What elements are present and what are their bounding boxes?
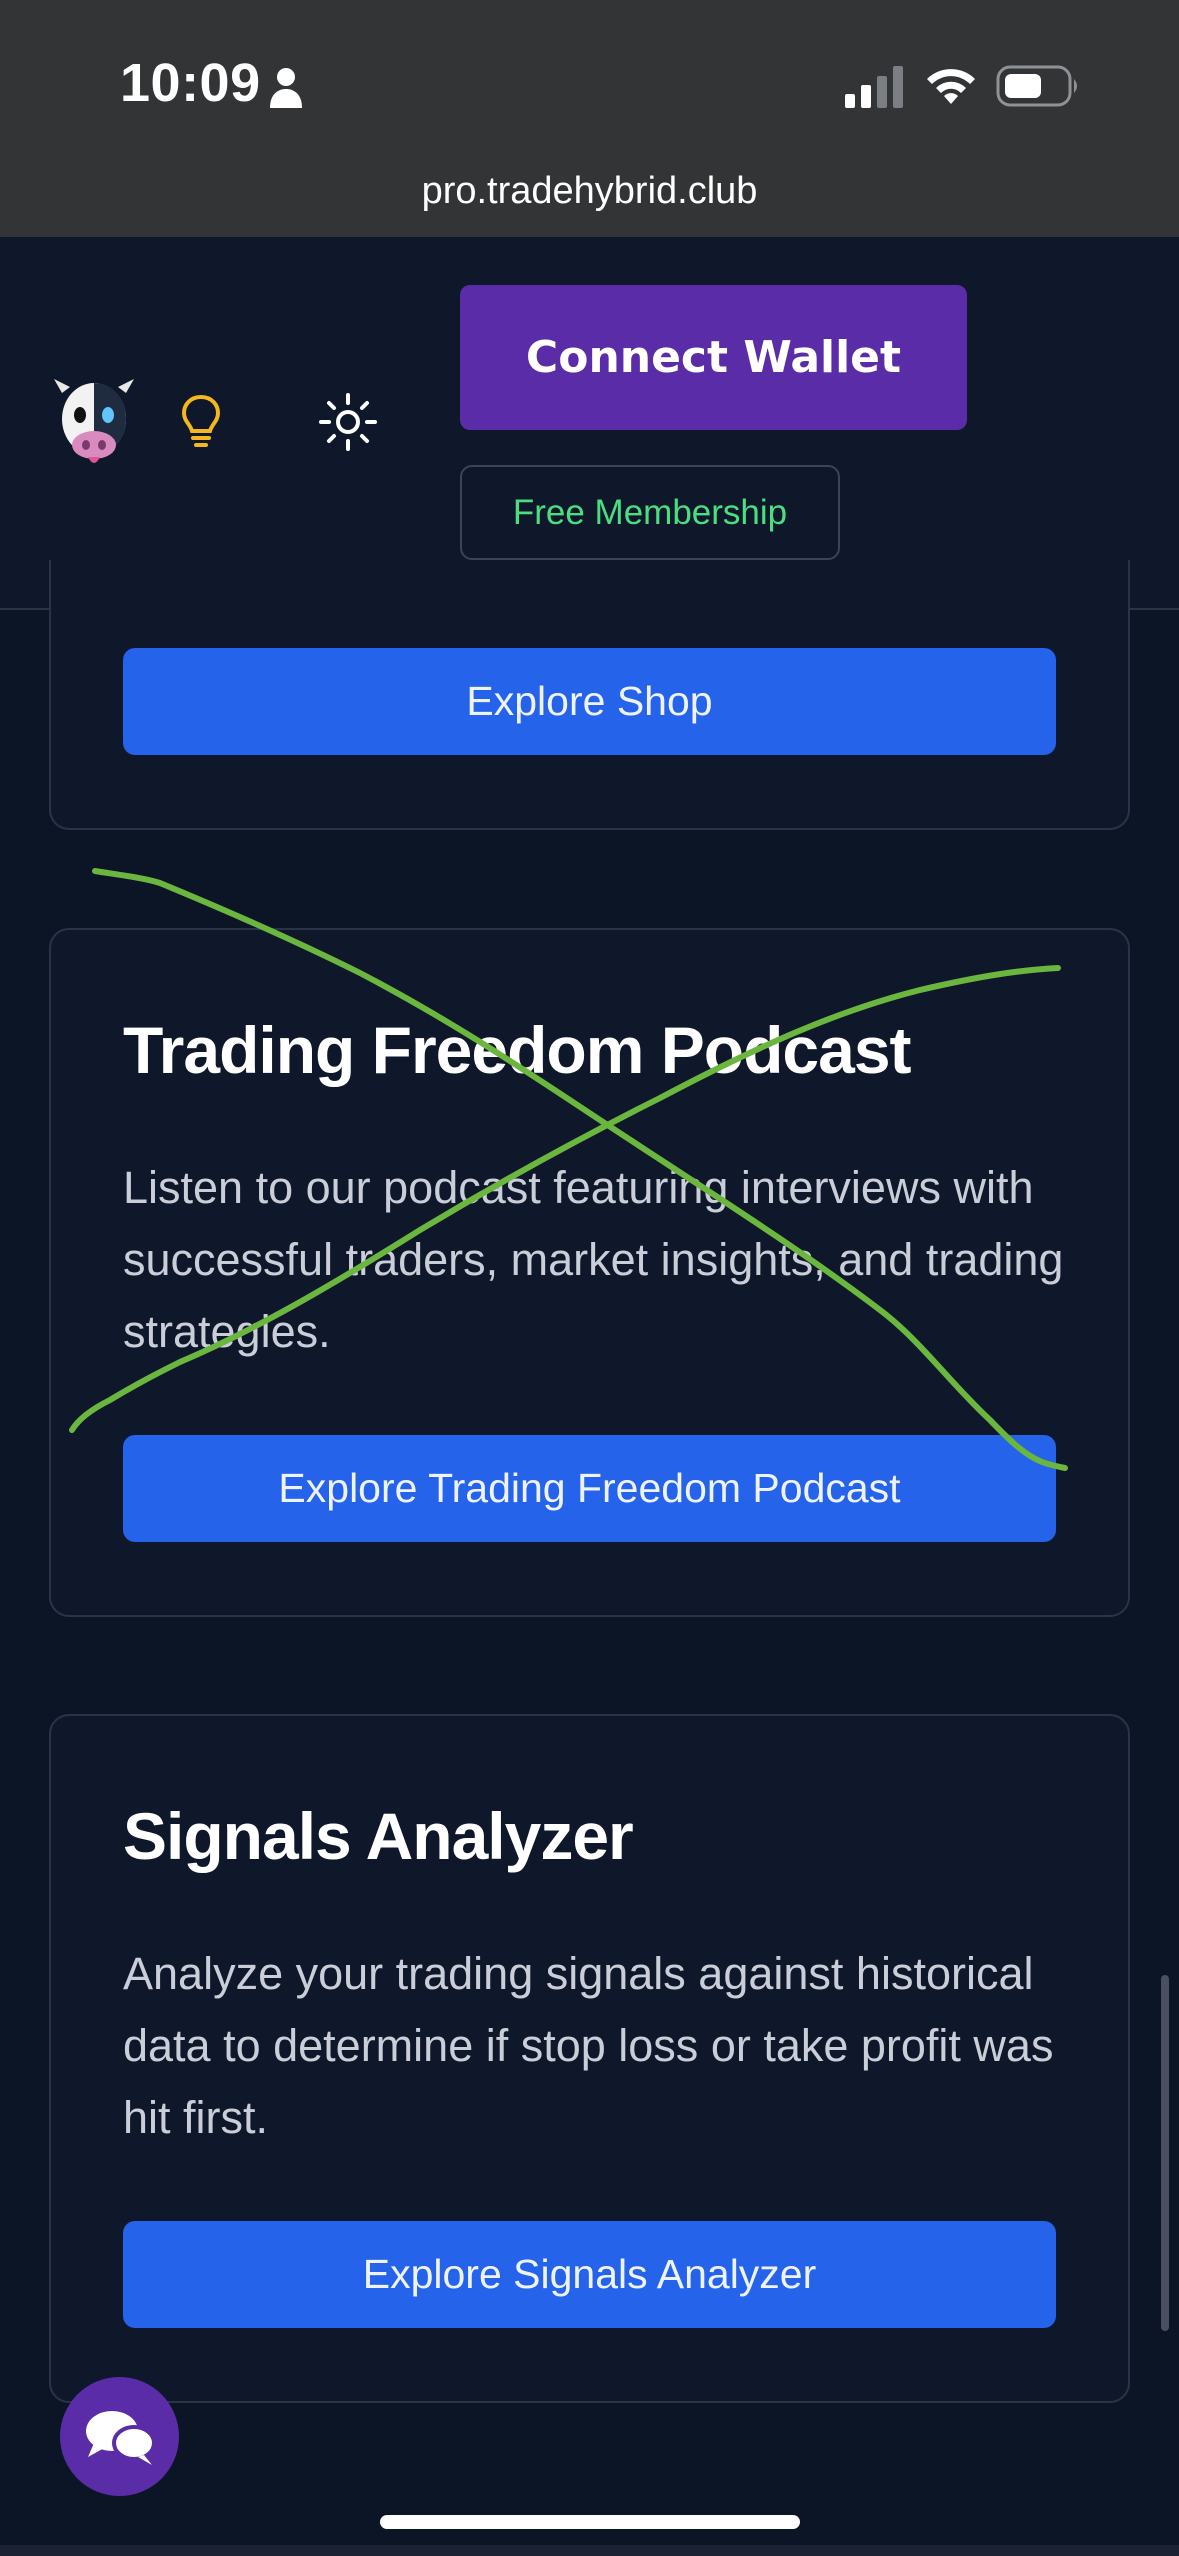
browser-chrome: 10:09 pro.tradehybrid.club <box>0 0 1179 237</box>
card-title: Signals Analyzer <box>123 1799 634 1873</box>
cow-logo[interactable] <box>52 371 136 471</box>
person-icon <box>270 68 302 108</box>
shop-card: Explore Shop <box>49 560 1130 830</box>
card-title: Trading Freedom Podcast <box>123 1013 911 1087</box>
card-description: Analyze your trading signals against his… <box>123 1948 1054 2143</box>
battery-icon <box>996 65 1077 107</box>
free-membership-button[interactable]: Free Membership <box>460 465 840 560</box>
explore-shop-button[interactable]: Explore Shop <box>123 648 1056 755</box>
url-bar[interactable]: pro.tradehybrid.club <box>0 170 1179 213</box>
card-description: Listen to our podcast featuring intervie… <box>123 1162 1064 1357</box>
sun-icon[interactable] <box>318 392 378 452</box>
explore-signals-analyzer-button[interactable]: Explore Signals Analyzer <box>123 2221 1056 2328</box>
explore-podcast-button[interactable]: Explore Trading Freedom Podcast <box>123 1435 1056 1542</box>
home-indicator[interactable] <box>380 2515 800 2529</box>
bottom-strip <box>0 2545 1179 2556</box>
signals-analyzer-card: Signals Analyzer Analyze your trading si… <box>49 1714 1130 2403</box>
lightbulb-icon[interactable] <box>180 393 222 449</box>
scrollbar[interactable] <box>1161 1975 1169 2331</box>
podcast-card: Trading Freedom Podcast Listen to our po… <box>49 928 1130 1617</box>
chat-button[interactable] <box>60 2377 179 2496</box>
app-header: Connect Wallet Free Membership <box>0 237 1179 610</box>
chat-icon <box>85 2410 156 2465</box>
connect-wallet-button[interactable]: Connect Wallet <box>460 285 967 430</box>
wifi-icon <box>927 69 975 104</box>
status-time: 10:09 <box>120 53 261 113</box>
signal-strength-icon <box>845 66 903 108</box>
